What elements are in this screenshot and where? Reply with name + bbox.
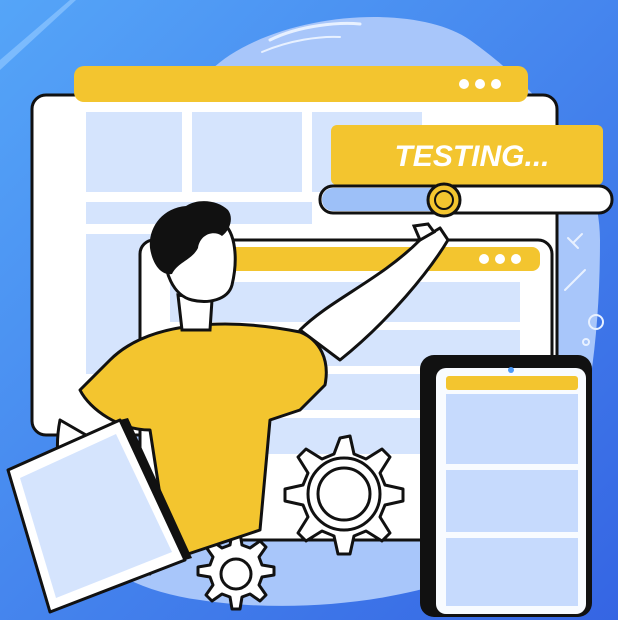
window-dots bbox=[459, 79, 501, 89]
testing-banner: TESTING... bbox=[331, 125, 603, 185]
tablet-device bbox=[420, 355, 592, 617]
testing-label: TESTING... bbox=[394, 140, 549, 173]
mid-window-dots bbox=[479, 254, 521, 264]
testing-illustration: TESTING... bbox=[0, 0, 618, 620]
gear-icon bbox=[283, 434, 405, 556]
slider-handle[interactable] bbox=[426, 182, 462, 218]
progress-slider[interactable] bbox=[318, 182, 614, 218]
